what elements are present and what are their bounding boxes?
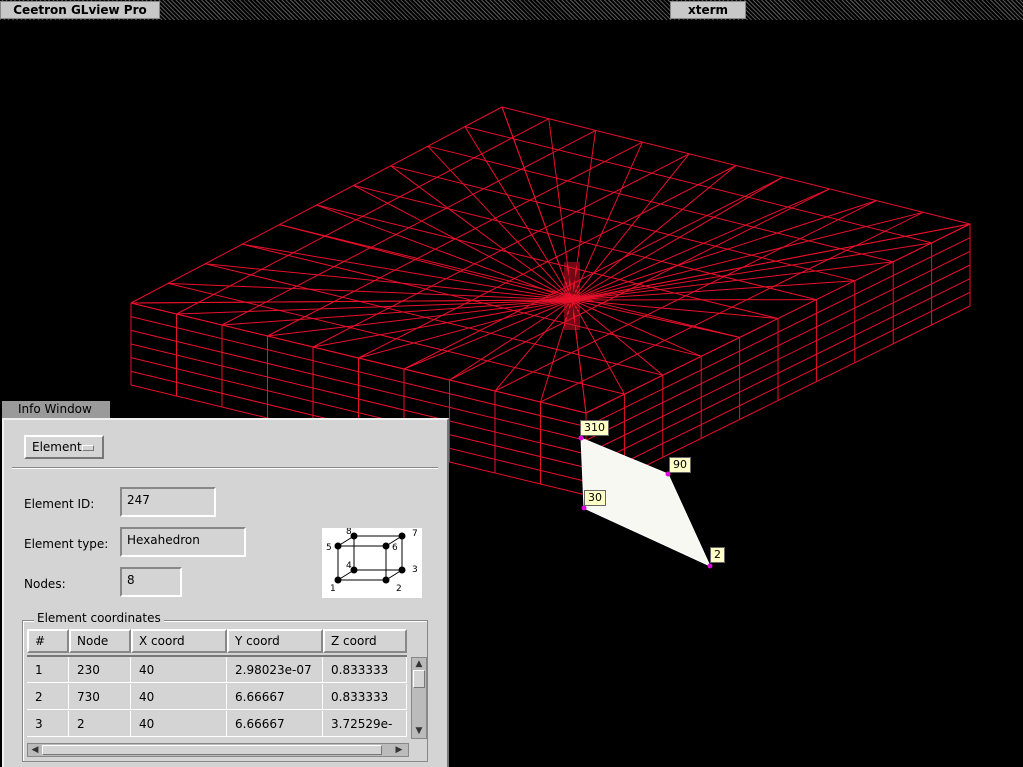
node-marker[interactable] — [581, 505, 587, 511]
element-type-label: Element type: — [24, 537, 109, 551]
app-title-tab[interactable]: Ceetron GLview Pro — [0, 1, 160, 19]
nodes-label: Nodes: — [24, 577, 66, 591]
table-cell: 40 — [131, 657, 227, 683]
table-cell: 2.98023e-07 — [227, 657, 323, 683]
mesh-radial-edge — [316, 204, 573, 301]
scroll-up-icon[interactable]: ▲ — [413, 659, 425, 669]
mesh-radial-edge — [571, 188, 830, 301]
mesh-edge — [205, 263, 663, 376]
table-cell: 3.72529e-08 — [323, 711, 407, 757]
mesh-radial-edge — [494, 299, 573, 392]
hexahedron-icon: 8 7 5 6 4 3 1 2 — [326, 527, 418, 594]
node-label-2: 2 — [710, 547, 725, 563]
table-cell: 6.66667 — [227, 684, 323, 710]
vertical-scrollbar[interactable]: ▲ ▼ — [411, 657, 427, 739]
mode-option-label: Element — [32, 440, 82, 454]
horizontal-scroll-thumb[interactable] — [42, 745, 382, 755]
hexa-node-number: 2 — [396, 584, 402, 594]
table-cell: 3 — [27, 711, 69, 737]
coordinates-table: 1 230 40 2.98023e-07 0.833333 2 730 40 6… — [27, 655, 407, 757]
option-menu-indicator-icon — [82, 445, 94, 451]
title-bar: Ceetron GLview Pro xterm — [0, 0, 1023, 20]
table-cell: 230 — [69, 657, 131, 683]
node-label-310: 310 — [580, 420, 609, 436]
table-cell: 1 — [27, 657, 69, 683]
node-label-90: 90 — [669, 457, 691, 473]
table-cell: 0.833333 — [323, 657, 407, 683]
table-row[interactable]: 3 2 40 6.66667 3.72529e-08 — [27, 711, 407, 757]
mesh-radial-edge — [571, 242, 932, 301]
mesh-radial-edge — [571, 299, 779, 319]
table-row[interactable]: 2 730 40 6.66667 0.833333 — [27, 684, 407, 710]
table-cell: 40 — [131, 711, 227, 737]
node-label-30: 30 — [584, 490, 606, 506]
element-id-field[interactable]: 247 — [120, 487, 216, 517]
info-window-title[interactable]: Info Window — [2, 401, 110, 418]
hexahedron-diagram: 8 7 5 6 4 3 1 2 — [322, 527, 422, 598]
hexa-node-number: 4 — [346, 561, 352, 571]
mesh-radial-edge — [312, 299, 573, 348]
scroll-right-icon[interactable]: ▶ — [394, 745, 404, 755]
table-cell: 730 — [69, 684, 131, 710]
hexa-node-number: 3 — [412, 565, 418, 575]
hexa-node-number: 8 — [346, 528, 352, 537]
mesh-radial-edge — [571, 299, 625, 395]
mesh-radial-edge — [571, 299, 702, 357]
mode-option-menu[interactable]: Element — [24, 435, 104, 459]
table-cell: 2 — [69, 711, 131, 737]
hexa-node-number: 7 — [412, 529, 418, 539]
column-header-x[interactable]: X coord — [131, 629, 227, 653]
column-header-index[interactable]: # — [27, 629, 69, 653]
column-header-z[interactable]: Z coord — [323, 629, 407, 653]
node-marker[interactable] — [578, 435, 584, 441]
scroll-down-icon[interactable]: ▼ — [413, 726, 425, 736]
xterm-tab[interactable]: xterm — [670, 1, 746, 19]
element-id-label: Element ID: — [24, 497, 95, 511]
separator — [12, 467, 438, 469]
vertical-scroll-thumb[interactable] — [413, 670, 425, 688]
table-cell: 0.833333 — [323, 684, 407, 710]
info-window: Element Element ID: 247 Element type: He… — [2, 418, 449, 767]
mesh-radial-edge — [168, 282, 573, 301]
node-marker[interactable] — [707, 563, 713, 569]
hexa-node-number: 1 — [330, 584, 336, 594]
column-header-node[interactable]: Node — [69, 629, 131, 653]
horizontal-scrollbar[interactable]: ◀ ▶ — [27, 743, 409, 757]
column-header-y[interactable]: Y coord — [227, 629, 323, 653]
table-cell: 40 — [131, 684, 227, 710]
hexa-node-number: 5 — [326, 543, 332, 553]
element-type-field[interactable]: Hexahedron — [120, 527, 246, 557]
hexa-node-number: 6 — [392, 543, 398, 553]
mesh-edge — [449, 188, 830, 381]
table-cell: 6.66667 — [227, 711, 323, 737]
element-coordinates-title: Element coordinates — [34, 611, 164, 625]
scroll-left-icon[interactable]: ◀ — [30, 745, 40, 755]
mesh-radial-edge — [571, 299, 740, 338]
table-row[interactable]: 1 230 40 2.98023e-07 0.833333 — [27, 657, 407, 683]
table-cell: 2 — [27, 684, 69, 710]
nodes-field[interactable]: 8 — [120, 567, 182, 597]
